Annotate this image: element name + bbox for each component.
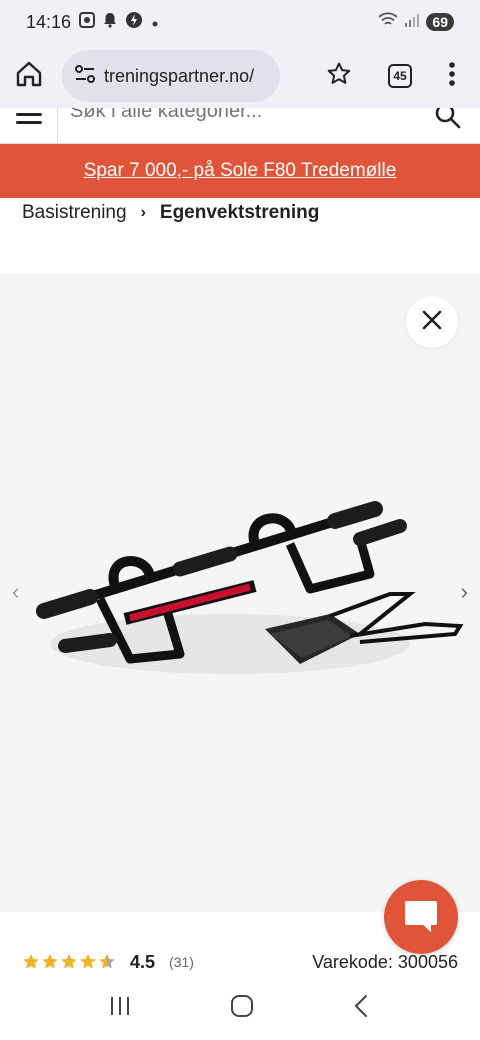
rating-stars — [22, 953, 116, 971]
screenshot-icon — [79, 11, 96, 33]
product-image — [36, 501, 464, 674]
breadcrumb: Basistrening › Egenvektstrening — [22, 198, 319, 228]
star-full-icon — [61, 953, 77, 969]
search-icon[interactable] — [434, 108, 462, 135]
star-half-icon — [99, 953, 115, 969]
gallery-prev-button[interactable]: ‹ — [12, 579, 19, 605]
signal-icon — [404, 12, 420, 33]
divider — [57, 108, 58, 143]
promo-link[interactable]: Spar 7 000,- på Sole F80 Tredemølle — [84, 160, 397, 182]
browser-toolbar: treningspartner.no/ 45 — [0, 44, 480, 108]
close-button[interactable] — [406, 296, 458, 348]
chat-button[interactable] — [384, 880, 458, 954]
breadcrumb-current: Egenvektstrening — [159, 202, 320, 223]
url-text: treningspartner.no/ — [104, 65, 255, 86]
promo-banner: Spar 7 000,- på Sole F80 Tredemølle — [0, 144, 480, 198]
address-bar[interactable]: treningspartner.no/ — [62, 50, 280, 102]
product-gallery[interactable]: ‹ › — [0, 274, 480, 912]
back-icon[interactable] — [352, 993, 372, 1024]
rating-value: 4.5 — [130, 951, 156, 972]
recent-apps-icon[interactable] — [108, 994, 132, 1023]
status-time: 14:16 — [26, 11, 72, 32]
home-nav-icon[interactable] — [229, 993, 255, 1024]
site-search-bar — [0, 108, 480, 144]
home-icon[interactable] — [14, 59, 44, 94]
product-sku: Varekode: 300056 — [312, 951, 458, 972]
bell-icon — [103, 12, 117, 33]
more-vert-icon[interactable] — [448, 61, 456, 92]
system-nav-bar — [0, 976, 480, 1040]
breadcrumb-separator: › — [140, 204, 146, 221]
dot-icon — [151, 12, 159, 33]
status-bar: 14:16 69 — [0, 0, 480, 44]
battery-level: 69 — [426, 13, 454, 31]
tabs-icon[interactable]: 45 — [388, 64, 412, 88]
search-input[interactable] — [70, 108, 410, 123]
star-full-icon — [42, 953, 58, 969]
breadcrumb-parent[interactable]: Basistrening — [22, 202, 127, 224]
close-icon — [421, 309, 443, 336]
star-full-icon — [23, 953, 39, 969]
hamburger-menu-icon[interactable] — [16, 108, 42, 124]
product-info-row: 4.5 (31) Varekode: 300056 — [22, 944, 458, 980]
review-count[interactable]: (31) — [169, 954, 194, 970]
chat-bubble-icon — [401, 895, 441, 940]
site-settings-icon[interactable] — [74, 63, 96, 90]
star-full-icon — [80, 953, 96, 969]
bolt-icon — [125, 11, 143, 34]
star-icon[interactable] — [326, 61, 352, 92]
wifi-icon — [378, 12, 399, 33]
